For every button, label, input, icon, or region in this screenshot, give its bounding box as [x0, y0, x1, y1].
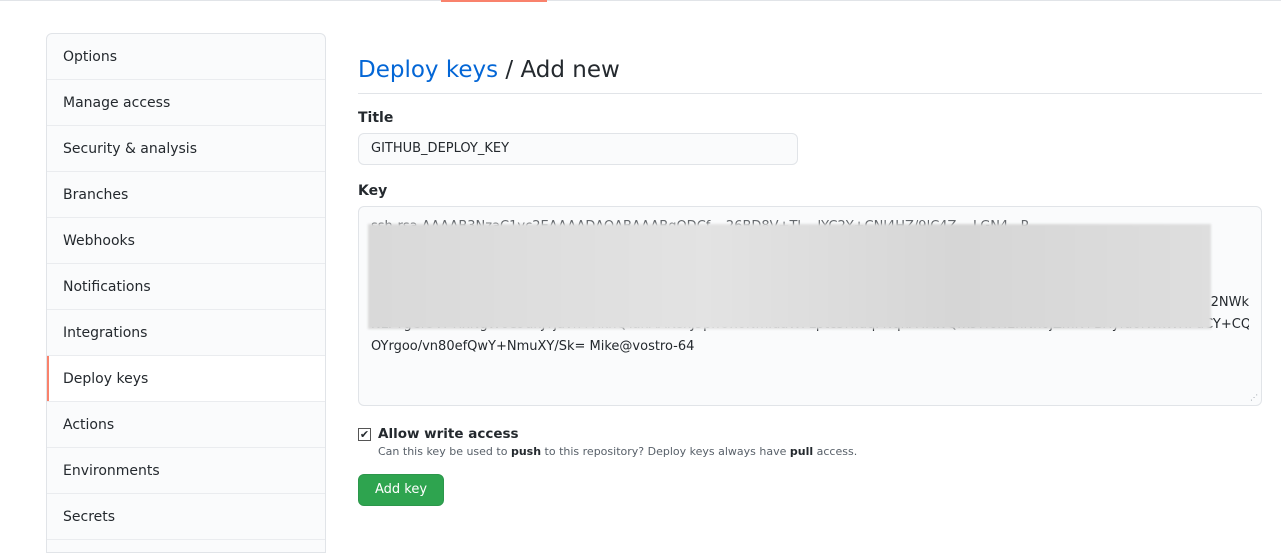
page-title: Deploy keys / Add new [358, 52, 1262, 95]
sidebar-item-notifications[interactable]: Notifications [47, 264, 325, 310]
key-textarea[interactable]: ssh-rsa AAAAB3NzaC1yc2EAAAADAQABAAABgQDC… [358, 206, 1262, 407]
sidebar-item-environments[interactable]: Environments [47, 448, 325, 494]
settings-tab-underline [441, 0, 547, 2]
sidebar-item-manage-access[interactable]: Manage access [47, 80, 325, 126]
write-access-row: ✔ Allow write access [358, 426, 1262, 442]
sidebar-item-integrations[interactable]: Integrations [47, 310, 325, 356]
note-text: access. [813, 445, 858, 459]
sidebar-item-branches[interactable]: Branches [47, 172, 325, 218]
sidebar-item-actions[interactable]: Actions [47, 402, 325, 448]
note-push: push [510, 445, 542, 459]
note-pull: pull [789, 445, 814, 459]
resize-handle-icon[interactable]: ⋰ [1250, 394, 1258, 402]
redaction-blur [368, 224, 1211, 330]
write-access-label[interactable]: Allow write access [378, 426, 519, 442]
sidebar-item-deploy-keys[interactable]: Deploy keys [47, 356, 325, 402]
add-key-button[interactable]: Add key [358, 474, 445, 507]
write-access-checkbox[interactable]: ✔ [358, 427, 371, 441]
title-label: Title [358, 110, 394, 127]
breadcrumb-separator: / [498, 57, 521, 84]
main-content: Deploy keys / Add new Title GITHUB_DEPLO… [358, 33, 1262, 507]
breadcrumb-deploy-keys-link[interactable]: Deploy keys [358, 57, 498, 83]
sidebar-item-security-analysis[interactable]: Security & analysis [47, 126, 325, 172]
key-line: OYrgoo/vn80efQwY+NmuXY/Sk= Mike@vostro-6… [371, 339, 695, 355]
breadcrumb-current: Add new [520, 57, 620, 84]
sidebar-item-secrets[interactable]: Secrets [47, 494, 325, 540]
title-input[interactable]: GITHUB_DEPLOY_KEY [358, 133, 798, 166]
note-text: to this repository? Deploy keys always h… [541, 445, 790, 459]
sidebar-item-webhooks[interactable]: Webhooks [47, 218, 325, 264]
note-text: Can this key be used to [378, 445, 511, 459]
write-access-note: Can this key be used to push to this rep… [378, 445, 1262, 458]
top-border [0, 0, 1281, 1]
settings-sidebar: Options Manage access Security & analysi… [46, 33, 326, 553]
sidebar-item-options[interactable]: Options [47, 34, 325, 80]
key-label: Key [358, 183, 388, 200]
